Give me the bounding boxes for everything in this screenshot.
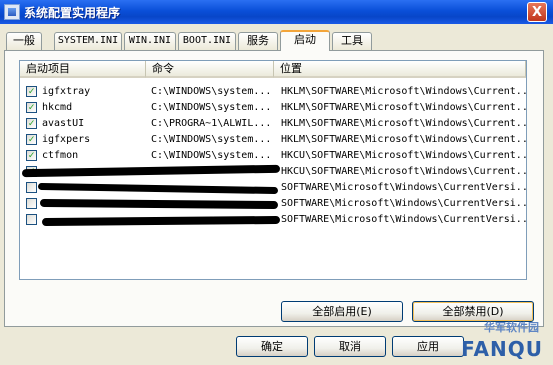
tab-tools[interactable]: 工具 bbox=[332, 32, 372, 50]
row-command: C:\WINDOWS\system... bbox=[151, 150, 272, 161]
row-item: igfxtray bbox=[42, 86, 91, 97]
tab-general[interactable]: 一般 bbox=[6, 32, 42, 50]
table-row[interactable]: ✓ igfxpers C:\WINDOWS\system... HKLM\SOF… bbox=[20, 132, 526, 148]
row-checkbox[interactable] bbox=[26, 198, 37, 209]
app-icon bbox=[4, 4, 20, 20]
row-location: HKLM\SOFTWARE\Microsoft\Windows\Current.… bbox=[281, 102, 526, 113]
row-checkbox[interactable]: ✓ bbox=[26, 86, 37, 97]
startup-list[interactable]: 启动项目 命令 位置 ✓ igfxtray C:\WINDOWS\system.… bbox=[19, 60, 527, 280]
row-item: igfxpers bbox=[42, 134, 91, 145]
row-command: C:\WINDOWS\system... bbox=[151, 102, 272, 113]
tab-boot-ini[interactable]: BOOT.INI bbox=[178, 32, 236, 50]
column-header-command[interactable]: 命令 bbox=[146, 61, 274, 78]
row-item: avastUI bbox=[42, 118, 85, 129]
row-checkbox[interactable] bbox=[26, 182, 37, 193]
close-button[interactable]: X bbox=[527, 2, 547, 22]
table-row[interactable]: ✓ avastUI C:\PROGRA~1\ALWIL... HKLM\SOFT… bbox=[20, 116, 526, 132]
watermark-text: FANQU bbox=[461, 337, 543, 361]
enable-all-button[interactable]: 全部启用(E) bbox=[281, 301, 403, 322]
row-checkbox[interactable]: ✓ bbox=[26, 118, 37, 129]
row-checkbox[interactable]: ✓ bbox=[26, 134, 37, 145]
row-item: ctfmon bbox=[42, 150, 79, 161]
window-title: 系统配置实用程序 bbox=[24, 6, 121, 20]
row-checkbox[interactable] bbox=[26, 214, 37, 225]
row-location: SOFTWARE\Microsoft\Windows\CurrentVersi.… bbox=[281, 182, 526, 193]
tab-services[interactable]: 服务 bbox=[238, 32, 278, 50]
row-location: HKLM\SOFTWARE\Microsoft\Windows\Current.… bbox=[281, 86, 526, 97]
row-command: C:\WINDOWS\system... bbox=[151, 86, 272, 97]
column-header-location[interactable]: 位置 bbox=[274, 61, 526, 78]
watermark-logo: 华军软件园 FANQU bbox=[439, 313, 549, 363]
list-header: 启动项目 命令 位置 bbox=[20, 61, 526, 78]
row-location: HKCU\SOFTWARE\Microsoft\Windows\Current.… bbox=[281, 150, 526, 161]
table-row[interactable]: ✓ hkcmd C:\WINDOWS\system... HKLM\SOFTWA… bbox=[20, 100, 526, 116]
column-header-item[interactable]: 启动项目 bbox=[20, 61, 146, 78]
title-bar: 系统配置实用程序 X bbox=[0, 0, 553, 24]
tab-win-ini[interactable]: WIN.INI bbox=[124, 32, 176, 50]
row-item: hkcmd bbox=[42, 102, 73, 113]
row-location: HKLM\SOFTWARE\Microsoft\Windows\Current.… bbox=[281, 118, 526, 129]
row-location: HKLM\SOFTWARE\Microsoft\Windows\Current.… bbox=[281, 134, 526, 145]
table-row[interactable]: ✓ ctfmon C:\WINDOWS\system... HKCU\SOFTW… bbox=[20, 148, 526, 164]
tab-startup[interactable]: 启动 bbox=[280, 30, 330, 51]
row-location: SOFTWARE\Microsoft\Windows\CurrentVersi.… bbox=[281, 214, 526, 225]
table-row[interactable]: ✓ igfxtray C:\WINDOWS\system... HKLM\SOF… bbox=[20, 84, 526, 100]
row-location: HKCU\SOFTWARE\Microsoft\Windows\Current.… bbox=[281, 166, 526, 177]
row-location: SOFTWARE\Microsoft\Windows\CurrentVersi.… bbox=[281, 198, 526, 209]
cancel-button[interactable]: 取消 bbox=[314, 336, 386, 357]
ok-button[interactable]: 确定 bbox=[236, 336, 308, 357]
row-checkbox[interactable]: ✓ bbox=[26, 150, 37, 161]
row-command: C:\WINDOWS\system... bbox=[151, 134, 272, 145]
row-command: C:\PROGRA~1\ALWIL... bbox=[151, 118, 272, 129]
tab-system-ini[interactable]: SYSTEM.INI bbox=[54, 32, 122, 50]
startup-panel: 启动项目 命令 位置 ✓ igfxtray C:\WINDOWS\system.… bbox=[4, 50, 544, 327]
row-checkbox[interactable]: ✓ bbox=[26, 102, 37, 113]
watermark-subtext: 华军软件园 bbox=[484, 321, 539, 334]
